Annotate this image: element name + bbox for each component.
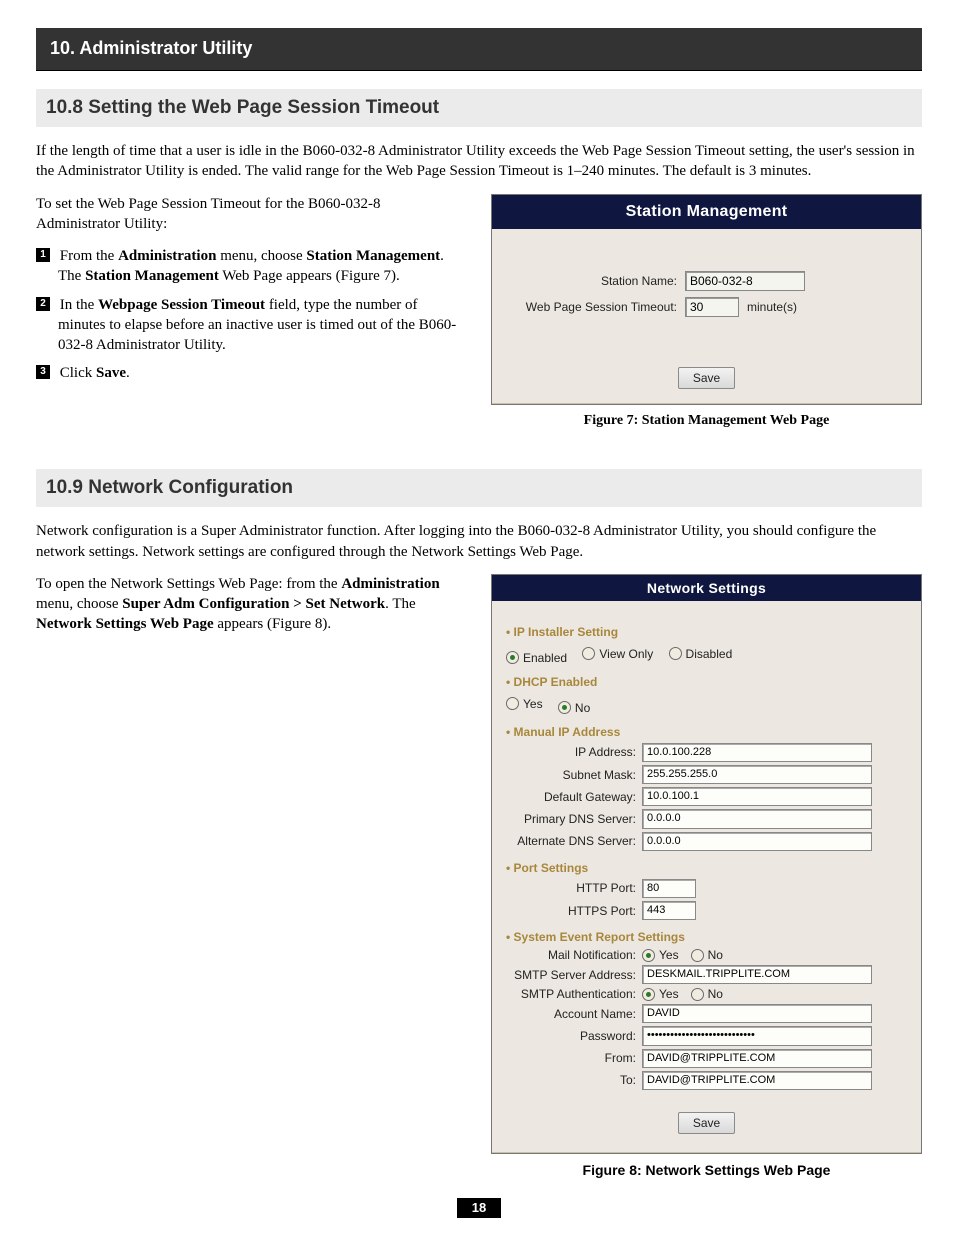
panel-title: Network Settings	[492, 575, 921, 601]
timeout-label: Web Page Session Timeout:	[512, 300, 685, 314]
radio-dhcp-yes[interactable]: Yes	[506, 697, 543, 711]
account-name-input[interactable]	[642, 1004, 872, 1023]
radio-mail-yes[interactable]: Yes	[642, 948, 679, 962]
section-109-intro: Network configuration is a Super Adminis…	[36, 521, 922, 562]
smtp-server-input[interactable]	[642, 965, 872, 984]
step-1: 1 From the Administration menu, choose S…	[36, 246, 466, 287]
timeout-unit: minute(s)	[739, 300, 797, 314]
save-button[interactable]: Save	[678, 1112, 735, 1134]
station-name-input[interactable]	[685, 271, 805, 291]
group-manual-ip: Manual IP Address	[506, 725, 907, 739]
radio-mail-no[interactable]: No	[691, 948, 723, 962]
https-port-input[interactable]	[642, 901, 696, 920]
figure-8: Network Settings IP Installer Setting En…	[491, 574, 922, 1154]
step-3: 3 Click Save.	[36, 363, 466, 383]
step-2: 2 In the Webpage Session Timeout field, …	[36, 295, 466, 356]
timeout-input[interactable]	[685, 297, 739, 317]
alternate-dns-input[interactable]	[642, 832, 872, 851]
radio-view-only[interactable]: View Only	[582, 647, 653, 661]
station-name-label: Station Name:	[512, 274, 685, 288]
step-num-icon: 3	[36, 365, 50, 379]
default-gateway-input[interactable]	[642, 787, 872, 806]
subnet-mask-input[interactable]	[642, 765, 872, 784]
http-port-input[interactable]	[642, 879, 696, 898]
password-input[interactable]	[642, 1026, 872, 1045]
section-109-open: To open the Network Settings Web Page: f…	[36, 574, 466, 635]
save-button[interactable]: Save	[678, 367, 735, 389]
radio-disabled[interactable]: Disabled	[669, 647, 733, 661]
radio-auth-no[interactable]: No	[691, 987, 723, 1001]
from-input[interactable]	[642, 1049, 872, 1068]
to-input[interactable]	[642, 1071, 872, 1090]
chapter-banner: 10. Administrator Utility	[36, 28, 922, 71]
ip-address-input[interactable]	[642, 743, 872, 762]
section-heading-108: 10.8 Setting the Web Page Session Timeou…	[36, 89, 922, 127]
figure-7: Station Management Station Name: Web Pag…	[491, 194, 922, 406]
group-ip-installer: IP Installer Setting	[506, 625, 907, 639]
section-108-intro: If the length of time that a user is idl…	[36, 141, 922, 182]
page-number: 18	[457, 1198, 501, 1218]
figure-8-caption: Figure 8: Network Settings Web Page	[491, 1162, 922, 1178]
radio-dhcp-no[interactable]: No	[558, 701, 590, 715]
step-num-icon: 1	[36, 248, 50, 262]
radio-auth-yes[interactable]: Yes	[642, 987, 679, 1001]
group-dhcp: DHCP Enabled	[506, 675, 907, 689]
panel-title: Station Management	[492, 195, 921, 229]
primary-dns-input[interactable]	[642, 809, 872, 828]
figure-7-caption: Figure 7: Station Management Web Page	[491, 413, 922, 429]
section-heading-109: 10.9 Network Configuration	[36, 469, 922, 507]
radio-enabled[interactable]: Enabled	[506, 651, 567, 665]
step-num-icon: 2	[36, 297, 50, 311]
group-ports: Port Settings	[506, 861, 907, 875]
section-108-lead: To set the Web Page Session Timeout for …	[36, 194, 466, 235]
group-system-event: System Event Report Settings	[506, 930, 907, 944]
